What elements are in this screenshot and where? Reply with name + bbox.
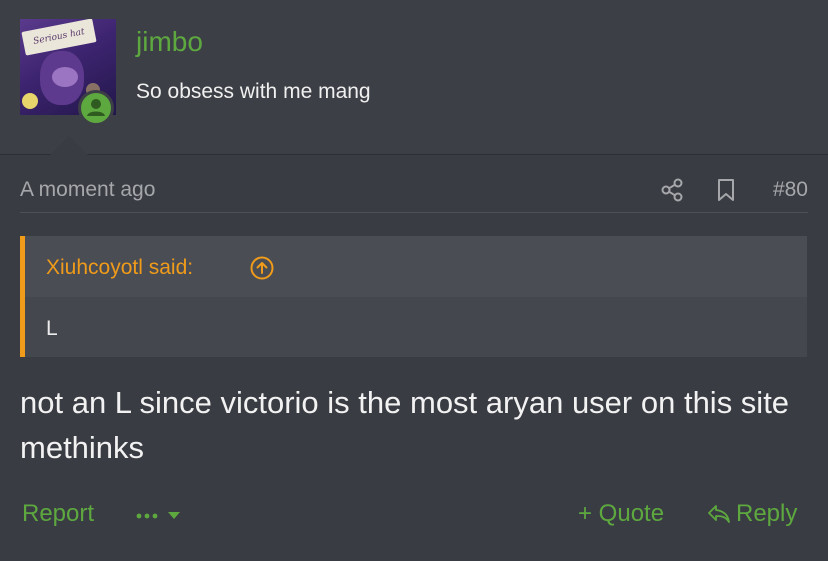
reply-button[interactable]: Reply bbox=[706, 500, 797, 528]
quote-button[interactable]: + Quote bbox=[578, 500, 664, 528]
quote-header: Xiuhcoyotl said: bbox=[25, 236, 807, 297]
post-message: not an L since victorio is the most arya… bbox=[20, 385, 790, 465]
quote-text: L bbox=[46, 317, 58, 340]
post-timestamp[interactable]: A moment ago bbox=[20, 178, 155, 202]
avatar-orb bbox=[22, 93, 38, 109]
report-link[interactable]: Report bbox=[22, 500, 94, 528]
bookmark-icon[interactable] bbox=[712, 176, 740, 204]
more-options-button[interactable] bbox=[134, 506, 186, 526]
user-title: So obsess with me mang bbox=[136, 80, 371, 103]
more-dots-icon bbox=[136, 513, 158, 519]
username-link[interactable]: jimbo bbox=[136, 26, 203, 58]
post-user-header: Serious hat jimbo So obsess with me mang bbox=[0, 0, 828, 155]
header-caret bbox=[50, 136, 88, 155]
post-meta: A moment ago #80 bbox=[20, 172, 808, 213]
quote-block: Xiuhcoyotl said: L bbox=[20, 236, 807, 357]
arrow-up-circle-icon[interactable] bbox=[249, 255, 275, 281]
post-number-link[interactable]: #80 bbox=[773, 178, 808, 202]
reply-label: Reply bbox=[736, 500, 798, 527]
post-actions: Report + Quote Reply bbox=[0, 500, 828, 532]
user-online-icon bbox=[78, 90, 114, 126]
share-icon[interactable] bbox=[658, 176, 686, 204]
chevron-down-icon bbox=[168, 512, 180, 519]
avatar-figure-detail bbox=[52, 67, 78, 87]
quote-author[interactable]: Xiuhcoyotl said: bbox=[46, 256, 193, 280]
reply-arrow-icon bbox=[708, 505, 730, 523]
